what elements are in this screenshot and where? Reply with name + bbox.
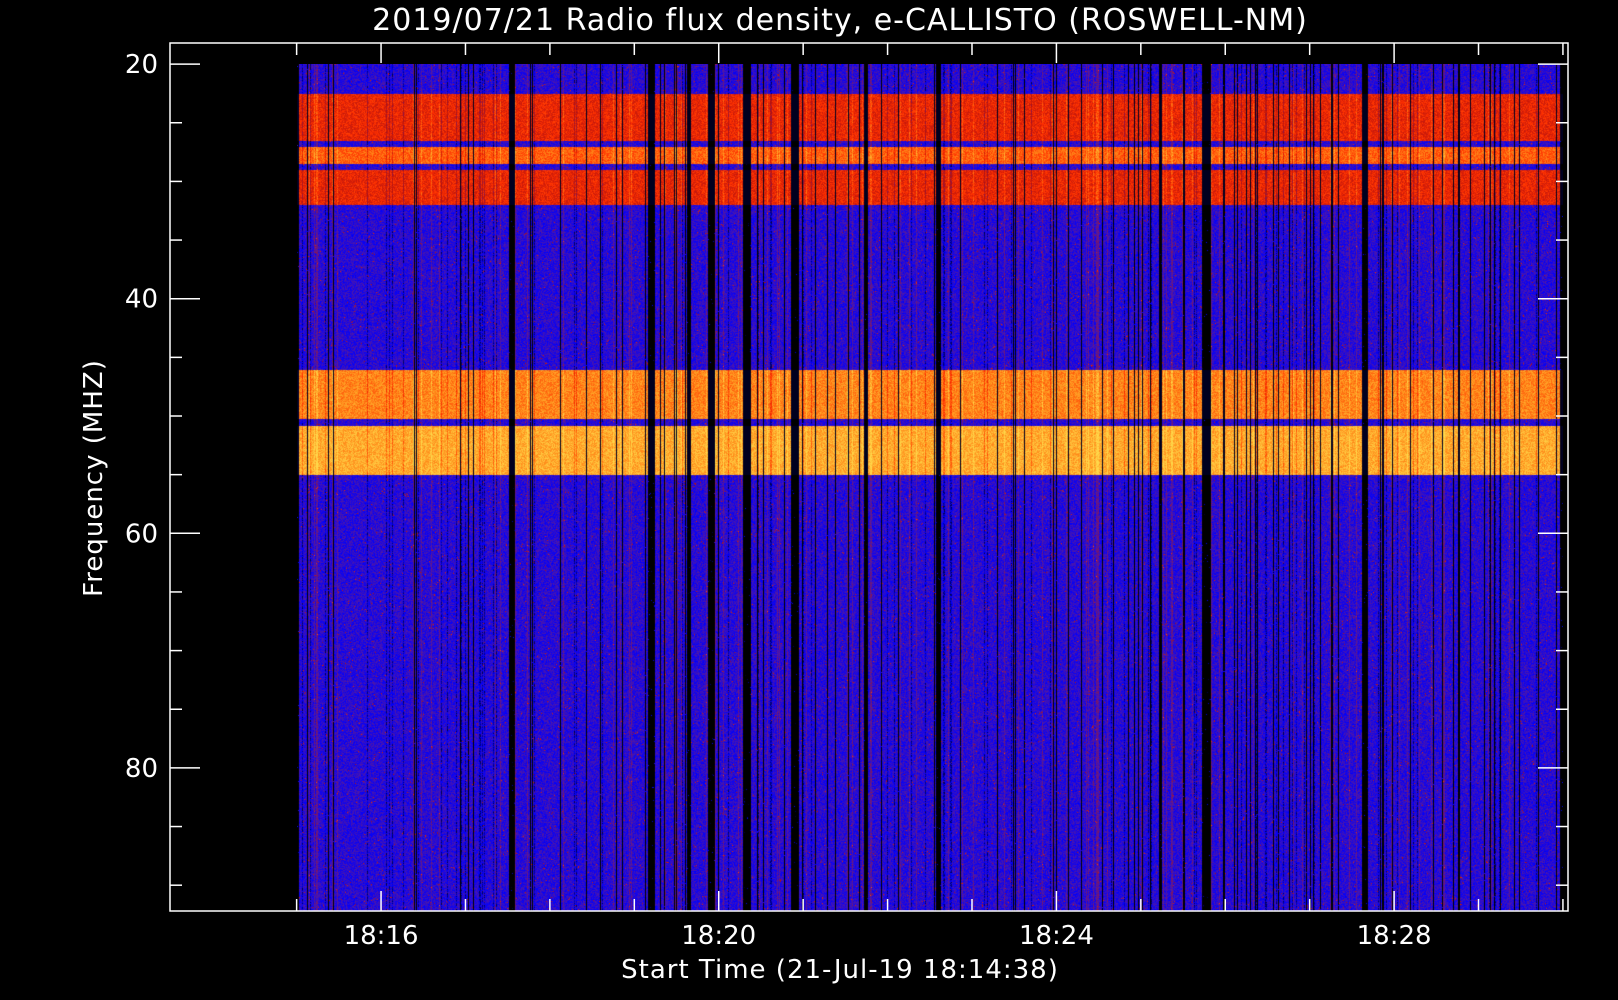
spectrogram-image	[297, 64, 1563, 911]
y-tick-label: 40	[125, 285, 158, 315]
spectrogram-chart: 2019/07/21 Radio flux density, e-CALLIST…	[0, 0, 1618, 1000]
y-axis-label: Frequency (MHZ)	[79, 359, 109, 597]
x-axis-label: Start Time (21-Jul-19 18:14:38)	[621, 955, 1059, 985]
x-tick-label: 18:16	[344, 921, 419, 951]
y-tick-label: 80	[125, 754, 158, 784]
x-tick-label: 18:28	[1357, 921, 1432, 951]
chart-title: 2019/07/21 Radio flux density, e-CALLIST…	[372, 3, 1308, 38]
spectrogram-plot	[297, 64, 1563, 911]
x-tick-label: 18:20	[681, 921, 756, 951]
x-tick-label: 18:24	[1019, 921, 1094, 951]
y-tick-label: 60	[125, 519, 158, 549]
y-tick-label: 20	[125, 50, 158, 80]
